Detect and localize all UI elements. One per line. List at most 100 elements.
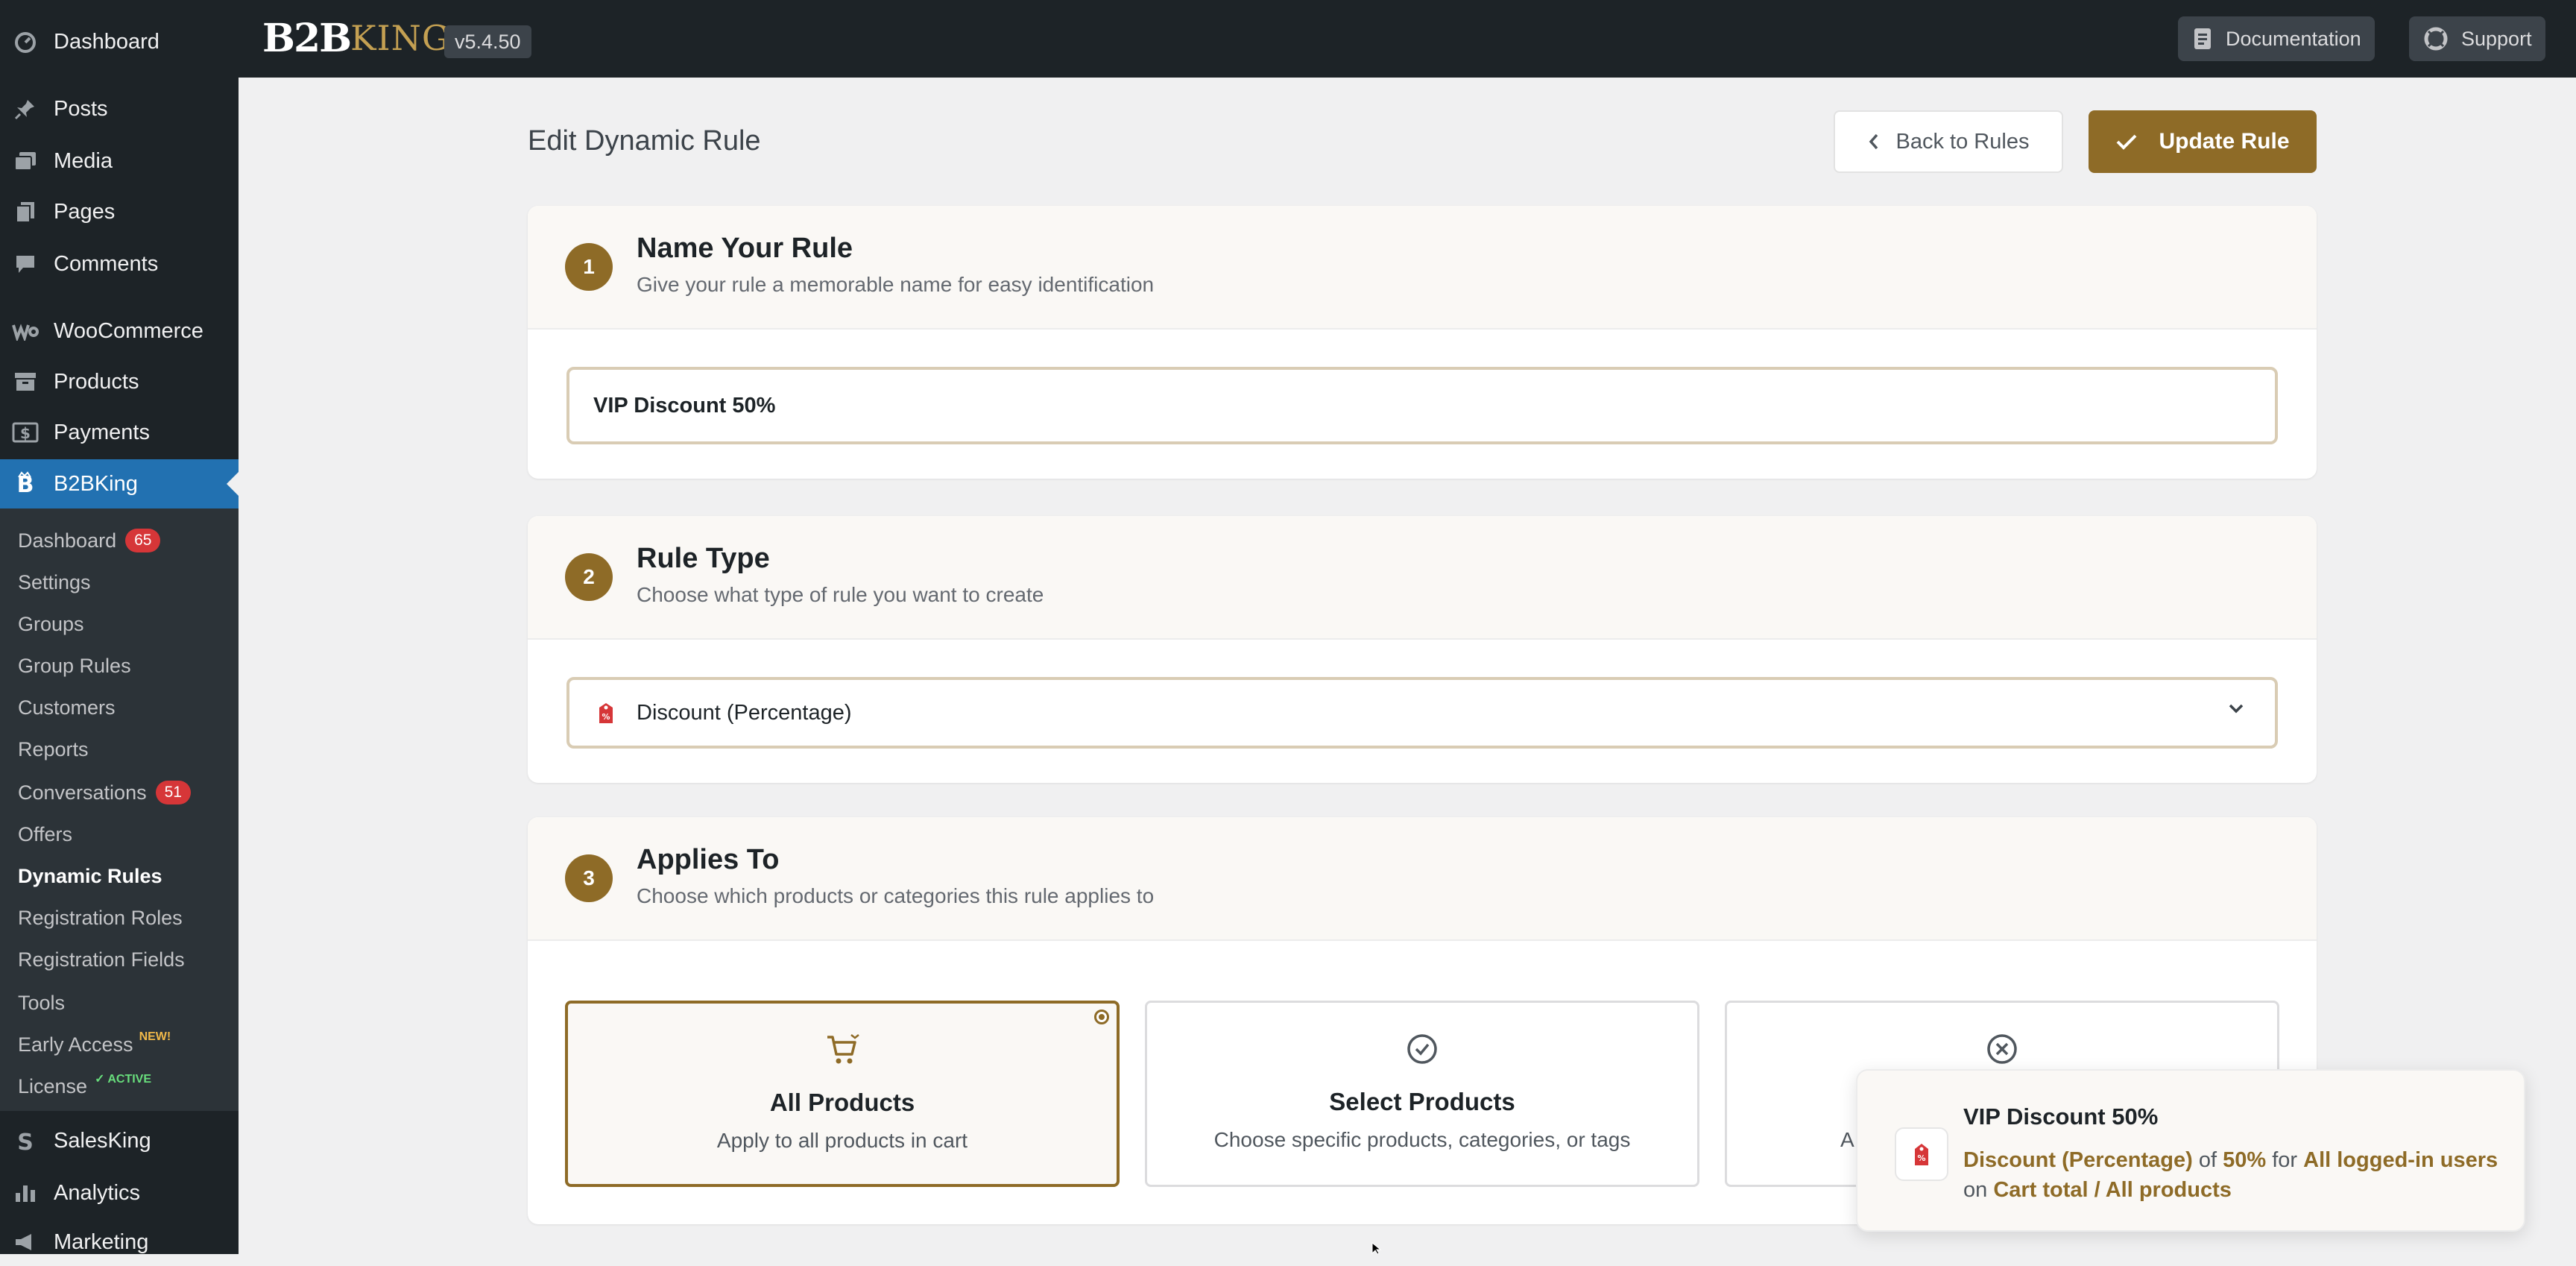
page-title: Edit Dynamic Rule	[528, 125, 761, 157]
salesking-icon: S	[10, 1129, 40, 1153]
x-circle-icon	[1727, 1033, 2277, 1065]
notification-badge: 51	[155, 781, 191, 804]
sidebar-item-label: Pages	[54, 199, 116, 224]
option-select-products[interactable]: Select Products Choose specific products…	[1145, 1001, 1699, 1187]
sidebar-item-label: Marketing	[54, 1229, 149, 1254]
active-menu-arrow	[227, 472, 239, 496]
lifebuoy-icon	[2424, 27, 2448, 51]
document-icon	[2193, 27, 2212, 51]
sidebar-item-comments[interactable]: Comments	[0, 240, 239, 288]
checkmark-icon	[2115, 133, 2138, 151]
check-circle-icon	[1147, 1033, 1697, 1065]
archive-icon	[10, 371, 40, 392]
rule-summary-toast: % VIP Discount 50% Discount (Percentage)…	[1856, 1069, 2525, 1232]
submenu-item-groups[interactable]: Groups	[18, 605, 84, 643]
sidebar-item-dashboard[interactable]: Dashboard	[0, 18, 239, 66]
step-title: Rule Type	[637, 543, 770, 574]
submenu-item-early-access[interactable]: Early Access NEW!	[18, 1026, 171, 1063]
support-button[interactable]: Support	[2409, 16, 2545, 61]
submenu-item-group-rules[interactable]: Group Rules	[18, 647, 131, 684]
step-number: 2	[565, 553, 613, 601]
submenu-item-license[interactable]: License ✓ ACTIVE	[18, 1068, 151, 1105]
step-header: 3 Applies To Choose which products or ca…	[528, 817, 2317, 941]
submenu-item-tools[interactable]: Tools	[18, 984, 65, 1021]
sidebar-item-label: Comments	[54, 251, 159, 276]
b2bking-icon: B	[10, 471, 40, 497]
sidebar-item-marketing[interactable]: Marketing	[0, 1218, 239, 1266]
sidebar-item-analytics[interactable]: Analytics	[0, 1169, 239, 1217]
comment-icon	[10, 253, 40, 275]
pushpin-icon	[10, 98, 40, 120]
step-subtitle: Choose what type of rule you want to cre…	[637, 583, 1044, 606]
submenu-item-registration-roles[interactable]: Registration Roles	[18, 899, 183, 936]
sidebar-item-label: Dashboard	[54, 29, 160, 54]
sidebar-item-label: WooCommerce	[54, 318, 203, 343]
sidebar-item-label: Media	[54, 148, 113, 173]
rule-type-value: Discount (Percentage)	[637, 700, 852, 725]
svg-text:%: %	[602, 712, 610, 722]
percent-tag-icon: %	[596, 700, 616, 725]
step-header: 1 Name Your Rule Give your rule a memora…	[528, 206, 2317, 330]
sidebar-item-label: Analytics	[54, 1180, 141, 1205]
documentation-button[interactable]: Documentation	[2178, 16, 2375, 61]
selected-radio-indicator	[1094, 1010, 1109, 1024]
sidebar-item-payments[interactable]: $ Payments	[0, 409, 239, 456]
dashboard-icon	[10, 31, 40, 53]
sidebar-item-label: Payments	[54, 420, 150, 444]
step-title: Name Your Rule	[637, 233, 853, 264]
step-header: 2 Rule Type Choose what type of rule you…	[528, 516, 2317, 640]
sidebar-item-pages[interactable]: Pages	[0, 188, 239, 236]
back-to-rules-label: Back to Rules	[1895, 129, 2030, 154]
submenu-item-customers[interactable]: Customers	[18, 689, 116, 726]
submenu-item-dynamic-rules[interactable]: Dynamic Rules	[18, 857, 162, 895]
submenu-item-registration-fields[interactable]: Registration Fields	[18, 941, 185, 978]
svg-text:$: $	[20, 424, 31, 442]
notification-badge: 65	[125, 529, 161, 552]
b2bking-logo: B2B KING	[262, 15, 450, 61]
step-name-card: 1 Name Your Rule Give your rule a memora…	[528, 206, 2317, 479]
svg-text:%: %	[1917, 1153, 1925, 1163]
mouse-cursor	[1371, 1241, 1383, 1258]
new-tag: NEW!	[139, 1030, 171, 1043]
cart-icon	[568, 1033, 1117, 1066]
dollar-icon: $	[10, 422, 40, 443]
option-title: Select Products	[1329, 1088, 1515, 1115]
sidebar-item-label: Products	[54, 369, 139, 394]
sidebar-item-posts[interactable]: Posts	[0, 85, 239, 133]
sidebar-item-label: B2BKing	[54, 471, 138, 496]
submenu-item-offers[interactable]: Offers	[18, 816, 72, 853]
step-number: 1	[565, 243, 613, 291]
sidebar-item-woocommerce[interactable]: WooCommerce	[0, 307, 239, 355]
sidebar-item-salesking[interactable]: S SalesKing	[0, 1117, 239, 1165]
version-badge: v5.4.50	[444, 25, 531, 58]
update-rule-button[interactable]: Update Rule	[2089, 110, 2317, 173]
svg-text:S: S	[17, 1130, 34, 1153]
step-subtitle: Choose which products or categories this…	[637, 884, 1155, 907]
submenu-item-reports[interactable]: Reports	[18, 731, 89, 768]
update-rule-label: Update Rule	[2159, 129, 2290, 154]
submenu-item-dashboard[interactable]: Dashboard 65	[18, 522, 161, 559]
bar-chart-icon	[10, 1182, 40, 1203]
rule-type-select[interactable]: % Discount (Percentage)	[566, 677, 2278, 749]
sidebar-item-b2bking[interactable]: B B2BKing	[0, 459, 239, 508]
option-all-products[interactable]: All Products Apply to all products in ca…	[565, 1001, 1120, 1187]
chevron-left-icon	[1868, 133, 1880, 151]
active-tag: ✓ ACTIVE	[95, 1073, 152, 1086]
woocommerce-icon	[10, 321, 40, 341]
toast-summary: Discount (Percentage) of 50% for All log…	[1963, 1148, 2498, 1202]
option-description: Choose specific products, categories, or…	[1213, 1128, 1631, 1151]
chevron-down-icon	[2227, 702, 2245, 714]
media-icon	[10, 150, 40, 172]
submenu-item-conversations[interactable]: Conversations 51	[18, 774, 191, 811]
sidebar-item-media[interactable]: Media	[0, 137, 239, 185]
submenu-item-settings[interactable]: Settings	[18, 564, 91, 601]
back-to-rules-button[interactable]: Back to Rules	[1834, 110, 2063, 173]
percent-tag-icon: %	[1895, 1127, 1948, 1181]
option-description: Apply to all products in cart	[716, 1129, 968, 1152]
admin-sidebar: Dashboard Posts Media Pages Comments Woo…	[0, 0, 239, 1254]
rule-name-input[interactable]	[566, 367, 2278, 444]
sidebar-item-products[interactable]: Products	[0, 358, 239, 406]
toast-title: VIP Discount 50%	[1963, 1103, 2159, 1130]
step-title: Applies To	[637, 844, 780, 875]
step-type-card: 2 Rule Type Choose what type of rule you…	[528, 516, 2317, 783]
